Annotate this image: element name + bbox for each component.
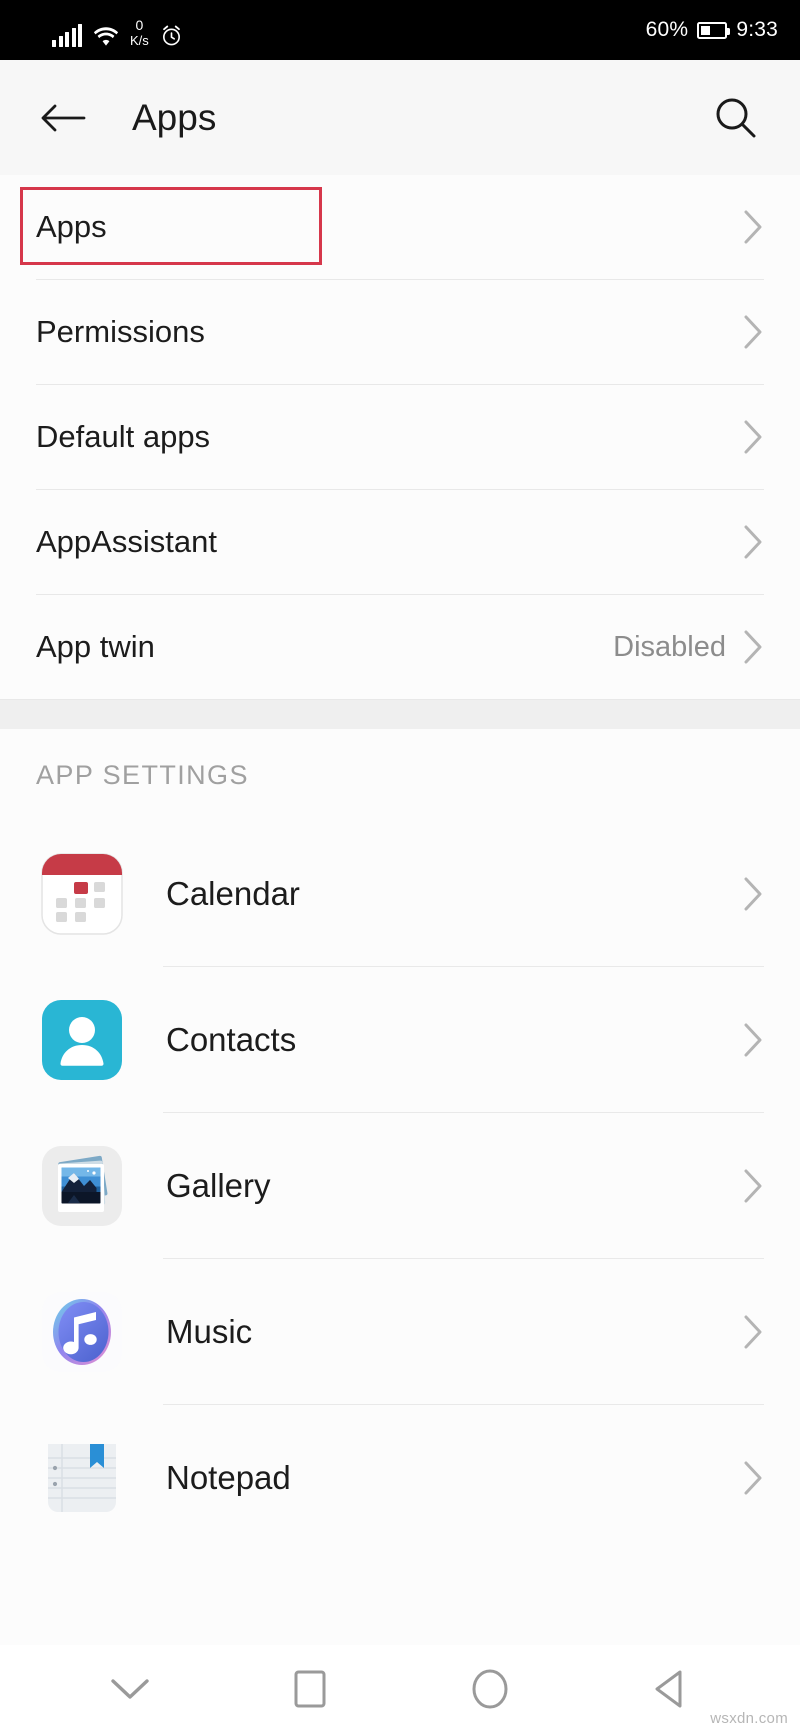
back-triangle-icon[interactable] <box>630 1656 710 1722</box>
status-bar-right: 60% 9:33 <box>646 18 778 42</box>
settings-row-label: AppAssistant <box>36 524 217 559</box>
hide-keyboard-chevron-icon[interactable] <box>90 1656 170 1722</box>
chevron-right-icon <box>742 314 764 350</box>
app-row-music[interactable]: Music <box>0 1259 800 1404</box>
calendar-app-icon <box>38 850 126 938</box>
battery-icon <box>697 21 731 39</box>
chevron-right-icon <box>742 1168 764 1204</box>
settings-row-default-apps[interactable]: Default apps <box>0 385 800 489</box>
status-bar: 0 K/s 60% 9:33 <box>0 0 800 60</box>
chevron-right-icon <box>742 209 764 245</box>
battery-percent-label: 60% <box>645 18 689 41</box>
search-icon[interactable] <box>708 90 764 146</box>
settings-row-appassistant[interactable]: AppAssistant <box>0 490 800 594</box>
app-row-notepad[interactable]: Notepad <box>0 1405 800 1550</box>
section-gap <box>0 699 800 729</box>
notepad-app-icon <box>38 1434 126 1522</box>
gallery-app-icon <box>38 1142 126 1230</box>
status-bar-clock: 9:33 <box>736 18 778 41</box>
chevron-right-icon <box>742 1314 764 1350</box>
chevron-right-icon <box>742 419 764 455</box>
settings-row-app-twin[interactable]: App twin Disabled <box>0 595 800 699</box>
settings-row-value: Disabled <box>613 630 726 663</box>
settings-row-label: Permissions <box>36 314 205 349</box>
back-arrow-icon[interactable] <box>40 95 86 141</box>
app-row-label: Calendar <box>166 874 300 912</box>
app-row-gallery[interactable]: Gallery <box>0 1113 800 1258</box>
app-row-calendar[interactable]: Calendar <box>0 821 800 966</box>
page-title: Apps <box>132 96 217 138</box>
chevron-right-icon <box>742 1022 764 1058</box>
chevron-right-icon <box>742 876 764 912</box>
status-bar-left: 0 K/s <box>52 13 183 47</box>
recents-square-icon[interactable] <box>270 1656 350 1722</box>
settings-row-permissions[interactable]: Permissions <box>0 280 800 384</box>
app-settings-list: Calendar Contacts Gallery Music Notepad <box>0 821 800 1550</box>
home-circle-icon[interactable] <box>450 1656 530 1722</box>
app-row-label: Contacts <box>166 1020 297 1058</box>
signal-bars-icon <box>52 24 82 47</box>
chevron-right-icon <box>742 524 764 560</box>
navigation-bar <box>0 1645 800 1733</box>
contacts-app-icon <box>38 996 126 1084</box>
app-settings-section-header: APP SETTINGS <box>0 729 800 821</box>
wifi-icon <box>93 25 119 47</box>
network-speed-value: 0 <box>135 17 144 33</box>
chevron-right-icon <box>742 629 764 665</box>
app-row-label: Gallery <box>166 1166 271 1204</box>
site-watermark: wsxdn.com <box>710 1710 788 1727</box>
settings-row-label: Default apps <box>36 419 211 454</box>
app-bar: Apps <box>0 60 800 175</box>
app-row-contacts[interactable]: Contacts <box>0 967 800 1112</box>
settings-row-label: Apps <box>36 209 107 244</box>
network-speed-unit: K/s <box>130 33 149 48</box>
app-row-label: Notepad <box>166 1458 291 1496</box>
app-row-label: Music <box>166 1312 253 1350</box>
chevron-right-icon <box>742 1460 764 1496</box>
alarm-clock-icon <box>160 24 183 47</box>
phone-screen: 0 K/s 60% 9:33 Apps Apps Permissions Def… <box>0 0 800 1733</box>
settings-row-label: App twin <box>36 629 155 664</box>
music-app-icon <box>38 1288 126 1376</box>
network-speed-indicator: 0 K/s <box>130 18 149 47</box>
settings-row-apps[interactable]: Apps <box>0 175 800 279</box>
settings-list: Apps Permissions Default apps AppAssista… <box>0 175 800 699</box>
